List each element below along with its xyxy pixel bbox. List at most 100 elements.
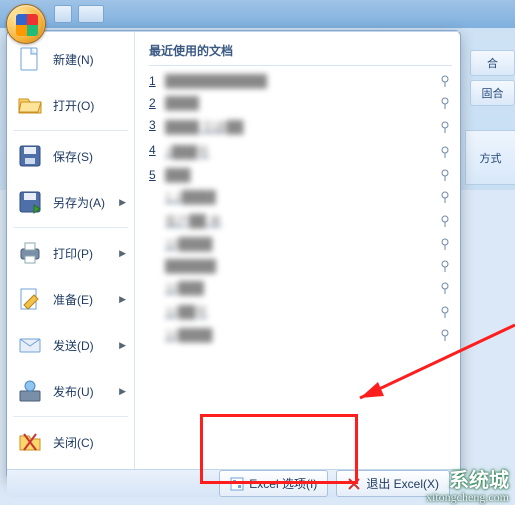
recent-doc-name: 1.1████ [165, 190, 216, 204]
menu-save-label: 保存(S) [53, 148, 126, 165]
recent-doc-number: 1 [149, 74, 159, 88]
menu-close[interactable]: 关闭(C) [9, 419, 132, 465]
pin-icon[interactable] [438, 328, 452, 342]
recent-doc-item[interactable]: 10██号 [149, 299, 452, 324]
recent-doc-name: 10████ [165, 237, 212, 251]
menu-send[interactable]: 发送(D) ▶ [9, 322, 132, 368]
recent-doc-number [149, 190, 159, 204]
menu-print-label: 打印(P) [53, 245, 111, 262]
recent-doc-item[interactable]: 1.1████ [149, 186, 452, 208]
menu-saveas-label: 另存为(A) [53, 194, 111, 211]
watermark-sub: xitongcheng.com [426, 491, 509, 503]
ribbon-format-label: 方式 [480, 150, 502, 166]
recent-doc-link[interactable]: 41███号 [149, 143, 209, 160]
recent-doc-item[interactable]: 3 ████ 引进██ [149, 114, 452, 139]
recent-doc-link[interactable]: 10████ [149, 328, 212, 342]
save-icon [15, 141, 45, 171]
recent-doc-item[interactable]: 10███ [149, 277, 452, 299]
ribbon-merge-button[interactable]: 合 [470, 50, 515, 76]
pin-icon[interactable] [438, 281, 452, 295]
recent-doc-number [149, 259, 159, 273]
recent-doc-link[interactable]: ██████ [149, 259, 216, 273]
excel-options-label: Excel 选项(I) [249, 475, 317, 492]
recent-doc-name: ██████ [165, 259, 216, 273]
menu-separator [13, 130, 128, 131]
recent-doc-link[interactable]: 10██号 [149, 303, 207, 320]
recent-doc-number [149, 237, 159, 251]
pin-icon[interactable] [438, 305, 452, 319]
qat-undo-button[interactable] [78, 5, 104, 23]
saveas-icon [15, 187, 45, 217]
recent-doc-number [149, 212, 159, 229]
recent-doc-name: ████ 引进██ [165, 118, 243, 135]
chevron-right-icon: ▶ [119, 294, 126, 305]
menu-separator [13, 416, 128, 417]
recent-documents-panel: 最近使用的文档 1████████████ 2████ 3 ████ 引进██ 41██… [135, 32, 460, 469]
prepare-icon [15, 284, 45, 314]
recent-doc-link[interactable]: 10████ [149, 237, 212, 251]
recent-doc-item[interactable]: 5 ███ [149, 164, 452, 186]
recent-doc-link[interactable]: 3 ████ 引进██ [149, 118, 243, 135]
ribbon-format-group[interactable]: 方式 [465, 130, 515, 185]
menu-open[interactable]: 打开(O) [9, 82, 132, 128]
recent-doc-item[interactable]: 10████ [149, 233, 452, 255]
recent-doc-number [149, 303, 159, 320]
open-icon [15, 90, 45, 120]
publish-icon [15, 376, 45, 406]
menu-saveas[interactable]: 另存为(A) ▶ [9, 179, 132, 225]
recent-doc-item[interactable]: 1████████████ [149, 70, 452, 92]
recent-doc-link[interactable]: 5 ███ [149, 168, 191, 182]
pin-icon[interactable] [438, 259, 452, 273]
pin-icon[interactable] [438, 214, 452, 228]
pin-icon[interactable] [438, 120, 452, 134]
recent-doc-item[interactable]: ██████ [149, 255, 452, 277]
recent-doc-item[interactable]: 客户██ 单 [149, 208, 452, 233]
office-button[interactable] [6, 4, 46, 44]
pin-icon[interactable] [438, 145, 452, 159]
menu-save[interactable]: 保存(S) [9, 133, 132, 179]
print-icon [15, 238, 45, 268]
exit-icon [347, 477, 361, 491]
recent-doc-name: 客户██ 单 [165, 212, 221, 229]
recent-doc-name: 1███号 [165, 143, 209, 160]
recent-doc-link[interactable]: 2████ [149, 96, 199, 110]
pin-icon[interactable] [438, 168, 452, 182]
recent-doc-number: 2 [149, 96, 159, 110]
recent-documents-title: 最近使用的文档 [149, 38, 452, 66]
send-icon [15, 330, 45, 360]
office-menu-footer: Excel 选项(I) 退出 Excel(X) [7, 469, 460, 497]
recent-doc-item[interactable]: 2████ [149, 92, 452, 114]
chevron-right-icon: ▶ [119, 386, 126, 397]
recent-doc-item[interactable]: 10████ [149, 324, 452, 346]
qat-save-button[interactable] [54, 5, 72, 23]
pin-icon[interactable] [438, 190, 452, 204]
menu-send-label: 发送(D) [53, 337, 111, 354]
options-icon [230, 477, 244, 491]
pin-icon[interactable] [438, 74, 452, 88]
excel-options-button[interactable]: Excel 选项(I) [219, 470, 328, 497]
recent-doc-link[interactable]: 1.1████ [149, 190, 216, 204]
watermark: 系统城 xitongcheng.com [426, 471, 509, 503]
pin-icon[interactable] [438, 96, 452, 110]
recent-doc-link[interactable]: 1████████████ [149, 74, 267, 88]
title-bar [0, 0, 515, 28]
recent-doc-name: ███ [165, 168, 191, 182]
close-icon [15, 427, 45, 457]
recent-doc-number: 5 [149, 168, 159, 182]
menu-prepare[interactable]: 准备(E) ▶ [9, 276, 132, 322]
qat-redo-button[interactable] [110, 5, 122, 23]
recent-doc-name: 10██号 [165, 303, 207, 320]
recent-doc-link[interactable]: 客户██ 单 [149, 212, 221, 229]
menu-publish-label: 发布(U) [53, 383, 111, 400]
ribbon-combine-button[interactable]: 固合 [470, 80, 515, 106]
recent-doc-number [149, 281, 159, 295]
menu-print[interactable]: 打印(P) ▶ [9, 230, 132, 276]
recent-doc-item[interactable]: 41███号 [149, 139, 452, 164]
recent-doc-link[interactable]: 10███ [149, 281, 204, 295]
menu-publish[interactable]: 发布(U) ▶ [9, 368, 132, 414]
recent-doc-number: 3 [149, 118, 159, 135]
ribbon-combine-label: 固合 [482, 88, 504, 100]
recent-documents-list: 1████████████ 2████ 3 ████ 引进██ 41███号 5 ███ 1.… [149, 70, 452, 346]
new-icon [15, 44, 45, 74]
pin-icon[interactable] [438, 237, 452, 251]
